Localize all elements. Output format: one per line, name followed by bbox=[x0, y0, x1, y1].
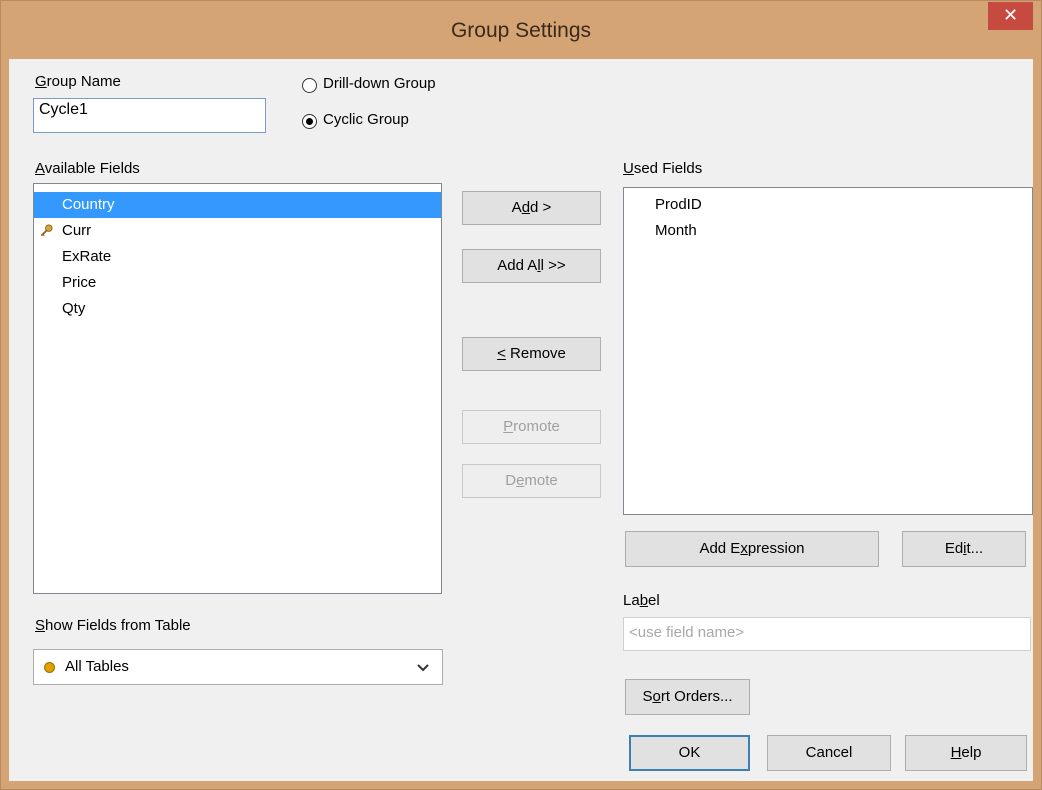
label-input[interactable]: <use field name> bbox=[623, 617, 1031, 651]
group-name-label: Group Name bbox=[35, 73, 121, 90]
key-icon bbox=[40, 224, 53, 237]
drilldown-radio[interactable] bbox=[302, 78, 317, 93]
promote-button[interactable]: Promote bbox=[462, 410, 601, 444]
cancel-button[interactable]: Cancel bbox=[767, 735, 891, 771]
cyclic-label[interactable]: Cyclic Group bbox=[323, 111, 409, 128]
ok-button[interactable]: OK bbox=[629, 735, 750, 771]
add-all-button[interactable]: Add All >> bbox=[462, 249, 601, 283]
used-fields-list[interactable]: ProdID Month bbox=[623, 187, 1033, 515]
cyclic-radio[interactable] bbox=[302, 114, 317, 129]
field-name: Country bbox=[62, 196, 115, 213]
add-button[interactable]: Add > bbox=[462, 191, 601, 225]
list-item-exrate[interactable]: ExRate bbox=[34, 244, 441, 270]
title-bar[interactable]: Group Settings ✕ bbox=[1, 1, 1041, 59]
field-name: ExRate bbox=[62, 248, 112, 265]
sort-orders-button[interactable]: Sort Orders... bbox=[625, 679, 750, 715]
combo-value: All Tables bbox=[65, 658, 129, 675]
radio-selected-dot bbox=[306, 118, 313, 125]
list-item-price[interactable]: Price bbox=[34, 270, 441, 296]
list-item-country[interactable]: Country bbox=[34, 192, 441, 218]
remove-button[interactable]: < Remove bbox=[462, 337, 601, 371]
field-name: ProdID bbox=[655, 196, 702, 213]
field-name: Curr bbox=[62, 222, 92, 239]
table-dot-icon bbox=[44, 662, 55, 673]
used-fields-label: Used Fields bbox=[623, 160, 703, 177]
field-name: Month bbox=[655, 222, 697, 239]
edit-button[interactable]: Edit... bbox=[902, 531, 1026, 567]
add-expression-button[interactable]: Add Expression bbox=[625, 531, 879, 567]
available-fields-list[interactable]: Country Curr ExRate Price Qty bbox=[33, 183, 442, 594]
drilldown-label[interactable]: Drill-down Group bbox=[323, 75, 436, 92]
available-fields-label: Available Fields bbox=[35, 160, 140, 177]
help-button[interactable]: Help bbox=[905, 735, 1027, 771]
close-button[interactable]: ✕ bbox=[988, 2, 1033, 30]
label-field-label: Label bbox=[623, 592, 660, 609]
list-item-qty[interactable]: Qty bbox=[34, 296, 441, 322]
show-fields-label: Show Fields from Table bbox=[35, 617, 191, 634]
field-name: Qty bbox=[62, 300, 86, 317]
chevron-down-icon[interactable] bbox=[417, 663, 429, 672]
field-name: Price bbox=[62, 274, 97, 291]
group-name-input[interactable]: Cycle1 bbox=[33, 98, 266, 133]
demote-button[interactable]: Demote bbox=[462, 464, 601, 498]
dialog-body: Group Name Cycle1 Drill-down Group Cycli… bbox=[9, 59, 1033, 781]
list-item-month[interactable]: Month bbox=[624, 218, 1032, 244]
show-fields-combo[interactable]: All Tables bbox=[33, 649, 443, 685]
list-item-prodid[interactable]: ProdID bbox=[624, 192, 1032, 218]
dialog-title: Group Settings bbox=[450, 19, 592, 42]
list-item-curr[interactable]: Curr bbox=[34, 218, 441, 244]
group-settings-dialog: Group Settings ✕ Group Name Cycle1 Drill… bbox=[0, 0, 1042, 790]
